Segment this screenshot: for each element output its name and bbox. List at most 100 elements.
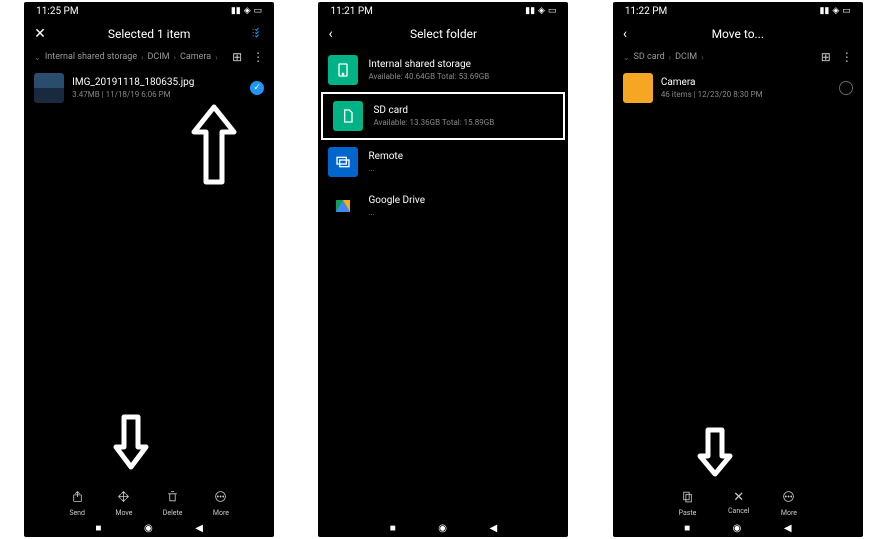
back-icon[interactable]: ‹ <box>623 26 627 42</box>
page-title: Selected 1 item <box>108 27 191 41</box>
battery-icon: ▭ <box>254 6 263 16</box>
file-row[interactable]: IMG_20191118_180635.jpg 3.47MB | 11/18/1… <box>24 66 274 110</box>
status-bar: 11:22 PM ▮▮ ◈ ▭ <box>613 2 863 20</box>
grid-view-icon[interactable]: ⊞ <box>821 50 831 64</box>
cancel-button[interactable]: ✕ Cancel <box>728 490 749 517</box>
status-icons: ▮▮ ◈ ▭ <box>525 6 556 16</box>
storage-remote[interactable]: Remote ... <box>318 140 568 184</box>
more-icon[interactable]: ⋮ <box>252 50 264 64</box>
checkbox-checked-icon[interactable]: ✓ <box>250 81 264 95</box>
nav-back-icon[interactable]: ◀ <box>784 523 792 534</box>
signal-icon: ▮▮ <box>525 6 535 16</box>
remote-icon <box>328 147 358 177</box>
screen-3: 11:22 PM ▮▮ ◈ ▭ ‹ Move to... ⌄ SD card ›… <box>613 2 863 537</box>
breadcrumb[interactable]: ⌄ SD card › DCIM › ⊞ ⋮ <box>613 48 863 66</box>
chevron-down-icon: ⌄ <box>623 53 630 62</box>
image-thumbnail <box>34 73 64 103</box>
action-label: More <box>781 509 797 517</box>
folder-row[interactable]: Camera 46 items | 12/23/20 8:30 PM <box>613 66 863 110</box>
storage-name: SD card <box>373 105 553 116</box>
internal-storage-icon <box>328 55 358 85</box>
back-icon[interactable]: ‹ <box>328 26 332 42</box>
storage-info: SD card Available: 13.36GB Total: 15.89G… <box>373 105 553 127</box>
action-label: Delete <box>163 509 183 517</box>
grid-view-icon[interactable]: ⊞ <box>232 50 242 64</box>
paste-icon <box>681 490 694 507</box>
delete-icon <box>166 490 179 507</box>
select-all-icon[interactable] <box>251 26 264 43</box>
nav-back-icon[interactable]: ◀ <box>195 523 203 534</box>
folder-meta: 46 items | 12/23/20 8:30 PM <box>661 90 831 99</box>
breadcrumb-part[interactable]: Internal shared storage <box>45 52 137 62</box>
send-button[interactable]: Send <box>69 490 85 517</box>
nav-recents-icon[interactable]: ■ <box>390 523 396 534</box>
nav-bar: ■ ◉ ◀ <box>318 519 568 537</box>
file-meta: 3.47MB | 11/18/19 6:06 PM <box>72 90 242 99</box>
breadcrumb-part[interactable]: Camera <box>180 52 211 62</box>
battery-icon: ▭ <box>842 6 851 16</box>
chevron-down-icon: ⌄ <box>34 53 41 62</box>
storage-gdrive[interactable]: Google Drive ... <box>318 184 568 228</box>
action-label: Send <box>69 509 85 517</box>
storage-meta: Available: 13.36GB Total: 15.89GB <box>373 118 553 127</box>
screen-1: 11:25 PM ▮▮ ◈ ▭ ✕ Selected 1 item ⌄ Inte… <box>24 2 274 537</box>
breadcrumb-part[interactable]: DCIM <box>675 52 697 62</box>
battery-icon: ▭ <box>548 6 557 16</box>
file-name: IMG_20191118_180635.jpg <box>72 77 242 88</box>
breadcrumb-part[interactable]: SD card <box>634 52 665 62</box>
breadcrumb[interactable]: ⌄ Internal shared storage › DCIM › Camer… <box>24 48 274 66</box>
folder-icon <box>623 73 653 103</box>
storage-name: Remote <box>368 151 558 162</box>
more-icon <box>214 490 227 507</box>
delete-button[interactable]: Delete <box>163 490 183 517</box>
status-icons: ▮▮ ◈ ▭ <box>819 6 850 16</box>
nav-home-icon[interactable]: ◉ <box>438 523 447 534</box>
breadcrumb-part[interactable]: DCIM <box>148 52 170 62</box>
time: 11:22 PM <box>625 6 667 17</box>
nav-recents-icon[interactable]: ■ <box>95 523 101 534</box>
arrow-down-annotation <box>690 422 740 482</box>
storage-meta: ... <box>368 164 558 173</box>
sdcard-icon <box>333 101 363 131</box>
status-icons: ▮▮ ◈ ▭ <box>231 6 262 16</box>
folder-name: Camera <box>661 77 831 88</box>
arrow-up-annotation <box>184 97 244 192</box>
time: 11:21 PM <box>330 6 372 17</box>
header: ‹ Move to... <box>613 20 863 48</box>
storage-internal[interactable]: Internal shared storage Available: 40.64… <box>318 48 568 92</box>
nav-recents-icon[interactable]: ■ <box>684 523 690 534</box>
nav-home-icon[interactable]: ◉ <box>144 523 153 534</box>
more-icon[interactable]: ⋮ <box>841 50 853 64</box>
nav-bar: ■ ◉ ◀ <box>24 519 274 537</box>
status-bar: 11:21 PM ▮▮ ◈ ▭ <box>318 2 568 20</box>
signal-icon: ▮▮ <box>819 6 829 16</box>
action-label: Paste <box>679 509 697 517</box>
action-label: Cancel <box>728 507 749 515</box>
storage-name: Google Drive <box>368 195 558 206</box>
close-icon[interactable]: ✕ <box>34 26 46 42</box>
bottom-action-bar: Paste ✕ Cancel More <box>613 490 863 517</box>
signal-icon: ▮▮ <box>231 6 241 16</box>
more-button[interactable]: More <box>213 490 229 517</box>
move-button[interactable]: Move <box>115 490 132 517</box>
storage-info: Remote ... <box>368 151 558 173</box>
page-title: Move to... <box>712 27 764 41</box>
gdrive-icon <box>328 191 358 221</box>
nav-back-icon[interactable]: ◀ <box>490 523 498 534</box>
storage-meta: Available: 40.64GB Total: 53.69GB <box>368 72 558 81</box>
action-label: More <box>213 509 229 517</box>
more-button[interactable]: More <box>781 490 797 517</box>
storage-sdcard[interactable]: SD card Available: 13.36GB Total: 15.89G… <box>321 92 565 140</box>
arrow-down-annotation <box>106 407 156 477</box>
action-label: Move <box>115 509 132 517</box>
bottom-action-bar: Send Move Delete More <box>24 490 274 517</box>
nav-home-icon[interactable]: ◉ <box>733 523 742 534</box>
more-icon <box>782 490 795 507</box>
header: ✕ Selected 1 item <box>24 20 274 48</box>
send-icon <box>71 490 84 507</box>
radio-unchecked-icon[interactable] <box>839 81 853 95</box>
paste-button[interactable]: Paste <box>679 490 697 517</box>
wifi-icon: ◈ <box>832 6 839 16</box>
folder-info: Camera 46 items | 12/23/20 8:30 PM <box>661 77 831 99</box>
cancel-icon: ✕ <box>733 490 744 505</box>
